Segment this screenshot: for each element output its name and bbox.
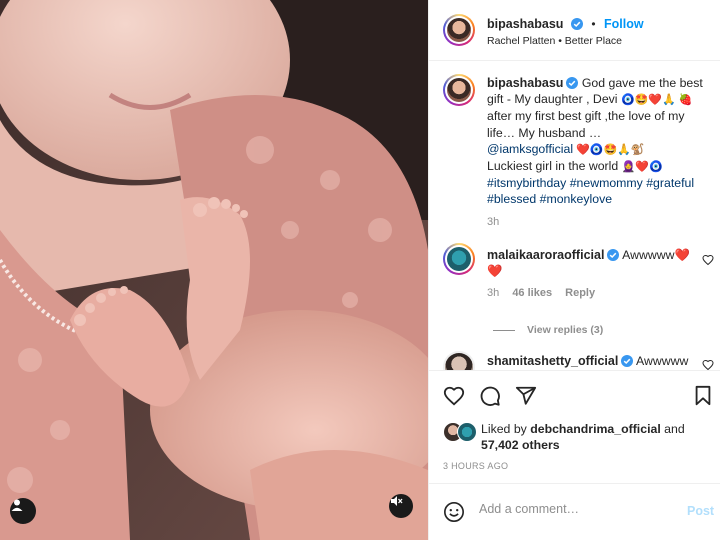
user-tag-icon <box>11 499 23 511</box>
audio-track-link[interactable]: Rachel Platten • Better Place <box>487 35 622 47</box>
verified-icon <box>566 77 579 89</box>
tagged-users-button[interactable] <box>10 498 36 524</box>
video-frame <box>0 0 428 540</box>
author-username[interactable]: bipashabasu <box>487 17 563 31</box>
comment-time[interactable]: 3h <box>487 287 499 299</box>
liked-by-prefix: Liked by <box>481 422 531 436</box>
caption-avatar[interactable] <box>443 74 475 106</box>
post-sidebar: bipashabasu • Follow Rachel Platten • Be… <box>428 0 720 540</box>
comment-like-heart-icon[interactable] <box>702 254 714 266</box>
liked-by-avatars[interactable] <box>443 422 479 442</box>
header-separator: • <box>591 17 596 31</box>
post-actions: Liked by debchandrima_official and 57,40… <box>429 370 720 541</box>
caption-emoji-3: 🧕❤️🧿 <box>621 161 663 174</box>
verified-icon <box>570 18 583 30</box>
caption-time[interactable]: 3h <box>487 214 707 230</box>
post-header: bipashabasu • Follow Rachel Platten • Be… <box>429 0 720 61</box>
emoji-icon[interactable] <box>443 501 465 523</box>
comment-like-heart-icon[interactable] <box>702 359 714 370</box>
likes-count[interactable]: 57,402 others <box>481 438 560 452</box>
comment-meta: 3h 46 likes Reply <box>487 287 595 299</box>
caption-text-3: Luckiest girl in the world <box>487 159 622 174</box>
verified-icon <box>621 355 634 367</box>
follow-button[interactable]: Follow <box>604 17 644 31</box>
add-comment-bar: Post <box>429 483 720 542</box>
comment-icon[interactable] <box>479 385 501 407</box>
bookmark-icon[interactable] <box>693 385 713 407</box>
comment-item: shamitashetty_official Awwwww <box>487 353 697 369</box>
likes-summary: Liked by debchandrima_official and 57,40… <box>481 421 685 453</box>
caption-username[interactable]: bipashabasu <box>487 76 563 90</box>
post-comment-button[interactable]: Post <box>687 504 714 518</box>
post-timestamp[interactable]: 3 HOURS AGO <box>443 461 508 471</box>
verified-icon <box>607 249 620 261</box>
comment-input[interactable] <box>477 501 661 517</box>
caption-emoji-2: ❤️🧿🤩🙏🐒 <box>573 143 645 156</box>
mute-icon <box>391 496 403 506</box>
comment-reply-button[interactable]: Reply <box>565 287 595 299</box>
liked-by-user[interactable]: debchandrima_official <box>530 422 661 436</box>
caption: bipashabasu God gave me the best gift - … <box>487 75 707 230</box>
comment-avatar[interactable] <box>443 351 475 370</box>
instagram-post-modal: bipashabasu • Follow Rachel Platten • Be… <box>0 0 720 540</box>
comment-text: Awwwww <box>636 354 689 368</box>
mute-button[interactable] <box>389 494 413 518</box>
author-avatar[interactable] <box>443 14 475 46</box>
comment-item: malaikaaroraofficial Awwwww❤️ ❤️ <box>487 247 697 279</box>
caption-hashtags[interactable]: #itsmybirthday #newmommy #grateful #bles… <box>487 176 694 206</box>
comment-avatar[interactable] <box>443 243 475 275</box>
view-replies-button[interactable]: View replies (3) <box>493 324 603 336</box>
comment-username[interactable]: malaikaaroraofficial <box>487 248 604 262</box>
comment-username[interactable]: shamitashetty_official <box>487 354 618 368</box>
caption-emoji-1: 🧿🤩❤️🙏 🍓 <box>620 94 693 107</box>
view-replies-label: View replies (3) <box>527 324 604 336</box>
comments-list[interactable]: bipashabasu God gave me the best gift - … <box>429 61 720 370</box>
caption-mention[interactable]: @iamksgofficial <box>487 142 573 156</box>
heart-icon[interactable] <box>443 385 465 407</box>
share-icon[interactable] <box>515 385 537 407</box>
caption-text-2: after my first best gift ,the love of my… <box>487 109 685 140</box>
post-video[interactable] <box>0 0 428 540</box>
comment-likes[interactable]: 46 likes <box>512 287 552 299</box>
liked-by-mid: and <box>660 422 685 436</box>
